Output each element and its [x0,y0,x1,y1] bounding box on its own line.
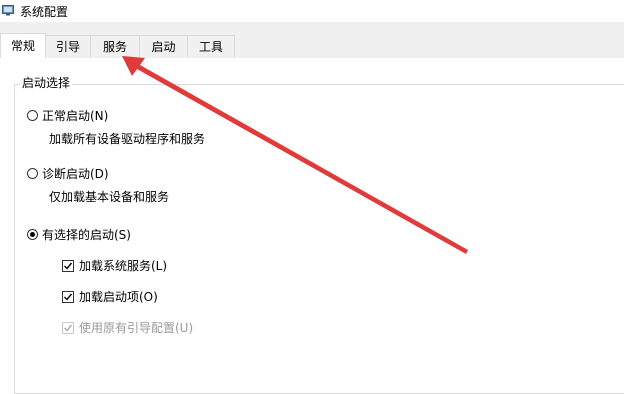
msconfig-icon [2,5,14,16]
diagnostic-startup-radio[interactable]: 诊断启动(D) [27,165,109,182]
tab-general[interactable]: 常规 [0,33,46,59]
diagnostic-startup-label: 诊断启动(D) [42,167,109,181]
normal-startup-desc: 加载所有设备驱动程序和服务 [49,132,206,146]
tab-boot[interactable]: 引导 [45,35,91,57]
load-system-services-checkbox[interactable]: 加载系统服务(L) [62,257,167,274]
use-original-boot-config-checkbox: 使用原有引导配置(U) [62,319,193,336]
normal-startup-radio[interactable]: 正常启动(N) [27,107,108,124]
load-startup-items-checkbox[interactable]: 加载启动项(O) [62,288,158,305]
radio-selected-icon [27,229,38,240]
title-bar: 系统配置 [0,0,624,22]
general-panel: 启动选择 正常启动(N) 加载所有设备驱动程序和服务 诊断启动(D) 仅加载基本… [0,58,624,394]
diagnostic-startup-desc: 仅加载基本设备和服务 [49,190,170,204]
checkmark-icon [62,259,74,272]
tab-strip: 常规 引导 服务 启动 工具 [0,22,624,59]
normal-startup-label: 正常启动(N) [42,109,109,123]
radio-icon [27,168,38,179]
tab-tools[interactable]: 工具 [187,35,235,57]
load-startup-items-label: 加载启动项(O) [79,290,158,304]
checkmark-icon [62,321,74,334]
radio-icon [27,110,38,121]
selective-startup-label: 有选择的启动(S) [42,228,131,242]
checkmark-icon [62,290,74,303]
group-legend: 启动选择 [20,74,73,91]
tab-startup[interactable]: 启动 [139,35,188,57]
selective-startup-radio[interactable]: 有选择的启动(S) [27,226,131,243]
window-title: 系统配置 [20,5,69,19]
load-system-services-label: 加载系统服务(L) [79,259,168,273]
use-original-boot-config-label: 使用原有引导配置(U) [79,321,194,335]
tab-services[interactable]: 服务 [90,35,140,57]
